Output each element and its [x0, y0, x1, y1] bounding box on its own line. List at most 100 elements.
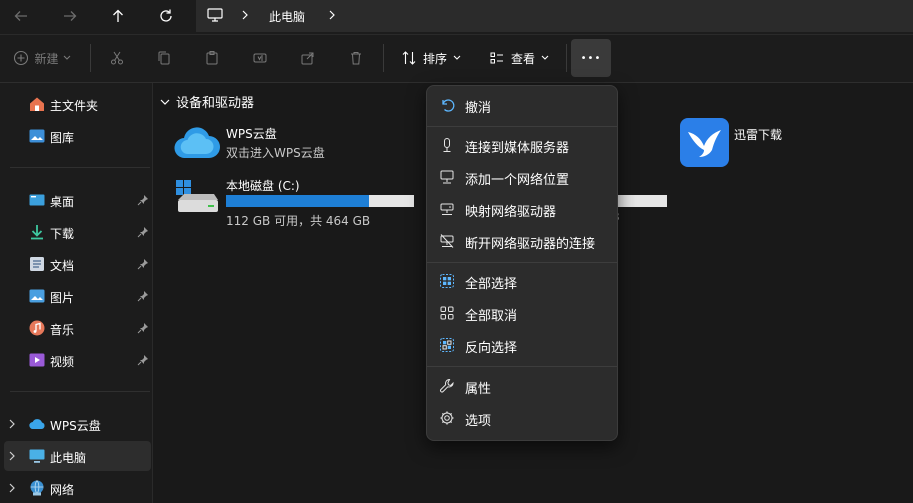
sidebar-item-videos[interactable]: 视频 [4, 345, 151, 375]
menu-item-options[interactable]: 选项 [431, 403, 611, 433]
pictures-folder-icon [29, 289, 45, 303]
copy-icon [158, 51, 170, 65]
sidebar-item-documents[interactable]: 文档 [4, 249, 151, 279]
menu-item-label: 断开网络驱动器的连接 [465, 237, 596, 252]
toolbar-divider [383, 44, 384, 72]
sidebar-item-home[interactable]: 主文件夹 [4, 89, 151, 119]
tile-subtitle: 112 GB 可用，共 464 GB [226, 214, 371, 228]
wrench-icon [440, 378, 454, 393]
breadcrumb-this-pc[interactable]: 此电脑 [269, 8, 305, 25]
new-button[interactable]: 新建 [6, 39, 78, 77]
menu-item-select-all[interactable]: 全部选择 [431, 266, 611, 296]
sort-label: 排序 [422, 51, 447, 66]
pin-icon [137, 355, 148, 366]
refresh-button[interactable] [151, 1, 181, 31]
chevron-right-icon[interactable] [8, 483, 16, 493]
chevron-right-icon[interactable] [8, 419, 16, 429]
sidebar-item-wps-cloud[interactable]: WPS云盘 [4, 409, 151, 439]
up-button[interactable] [103, 1, 133, 31]
title-address-bar: 此电脑 [0, 0, 913, 35]
sidebar-item-gallery[interactable]: 图库 [4, 121, 151, 151]
paste-button[interactable] [196, 39, 228, 77]
invert-selection-icon [440, 338, 454, 352]
gallery-icon [29, 129, 45, 143]
tile-subtitle: 双击进入WPS云盘 [226, 146, 325, 160]
sidebar-item-music[interactable]: 音乐 [4, 313, 151, 343]
undo-icon [442, 99, 455, 112]
share-button[interactable] [292, 39, 324, 77]
group-title: 设备和驱动器 [176, 96, 255, 111]
more-dots-icon: ••• [580, 52, 602, 64]
menu-item-label: 全部取消 [465, 309, 518, 324]
network-icon [30, 480, 44, 496]
sidebar-divider [10, 391, 150, 392]
scissors-icon [111, 51, 123, 65]
pin-icon [137, 259, 148, 270]
sidebar-item-label: 此电脑 [50, 451, 87, 465]
menu-item-label: 选项 [465, 414, 492, 429]
see-more-button[interactable]: ••• [571, 39, 611, 77]
desktop-folder-icon [29, 194, 45, 206]
back-arrow-icon [14, 11, 27, 21]
menu-item-add-network-location[interactable]: 添加一个网络位置 [431, 162, 611, 192]
chevron-down-icon [453, 55, 461, 60]
chevron-right-icon[interactable] [8, 451, 16, 461]
rename-button[interactable] [244, 39, 276, 77]
sidebar-item-label: 文档 [50, 259, 75, 273]
menu-item-label: 连接到媒体服务器 [465, 141, 570, 156]
cut-button[interactable] [101, 39, 133, 77]
forward-button[interactable] [55, 1, 85, 31]
menu-item-map-network-drive[interactable]: 映射网络驱动器 [431, 194, 611, 224]
cloud-icon [29, 419, 45, 430]
tile-wps-cloud[interactable]: WPS云盘 双击进入WPS云盘 [172, 120, 422, 164]
clipboard-icon [206, 51, 218, 65]
disconnect-drive-icon [440, 234, 454, 248]
address-bar[interactable]: 此电脑 [196, 0, 913, 32]
xunlei-bird-icon [680, 118, 729, 167]
home-icon [30, 97, 44, 111]
menu-item-label: 添加一个网络位置 [465, 173, 570, 188]
menu-item-label: 映射网络驱动器 [465, 205, 557, 220]
menu-item-invert-selection[interactable]: 反向选择 [431, 330, 611, 360]
pin-icon [137, 227, 148, 238]
chevron-right-icon[interactable] [327, 9, 337, 21]
select-all-icon [440, 274, 454, 288]
chevron-down-icon [160, 99, 170, 105]
tile-local-disk-c[interactable]: 本地磁盘 (C:) 112 GB 可用，共 464 GB [172, 174, 422, 228]
chevron-right-icon[interactable] [240, 9, 250, 21]
sidebar-item-this-pc[interactable]: 此电脑 [4, 441, 151, 471]
new-label: 新建 [34, 51, 59, 66]
storage-bar [226, 195, 414, 207]
pin-icon [137, 323, 148, 334]
copy-button[interactable] [148, 39, 180, 77]
menu-item-undo[interactable]: 撤消 [431, 90, 611, 120]
tile-xunlei-download[interactable]: 迅雷下载 [680, 118, 800, 168]
sidebar-item-downloads[interactable]: 下载 [4, 217, 151, 247]
sidebar-item-label: 图库 [50, 131, 75, 145]
menu-item-disconnect-network-drive[interactable]: 断开网络驱动器的连接 [431, 226, 611, 256]
toolbar-divider [566, 44, 567, 72]
menu-item-properties[interactable]: 属性 [431, 371, 611, 401]
sort-icon [402, 51, 416, 65]
back-button[interactable] [6, 1, 36, 31]
sidebar-item-network[interactable]: 网络 [4, 473, 151, 503]
storage-bar-fill [226, 195, 369, 207]
menu-item-connect-media-server[interactable]: 连接到媒体服务器 [431, 130, 611, 160]
wps-cloud-icon [174, 127, 220, 159]
plus-circle-icon [14, 50, 29, 66]
menu-separator [427, 366, 617, 367]
sidebar-item-pictures[interactable]: 图片 [4, 281, 151, 311]
view-button[interactable]: 查看 [482, 39, 556, 77]
chevron-down-icon [541, 55, 549, 60]
group-header-devices[interactable]: 设备和驱动器 [160, 92, 254, 111]
sidebar-item-desktop[interactable]: 桌面 [4, 185, 151, 215]
pin-icon [137, 195, 148, 206]
sort-button[interactable]: 排序 [394, 39, 468, 77]
sidebar-item-label: 视频 [50, 355, 75, 369]
menu-item-select-none[interactable]: 全部取消 [431, 298, 611, 328]
menu-item-label: 撤消 [465, 101, 492, 116]
delete-button[interactable] [340, 39, 372, 77]
sidebar-item-label: 桌面 [50, 195, 75, 209]
sidebar-item-label: 音乐 [50, 323, 75, 337]
menu-separator [427, 126, 617, 127]
